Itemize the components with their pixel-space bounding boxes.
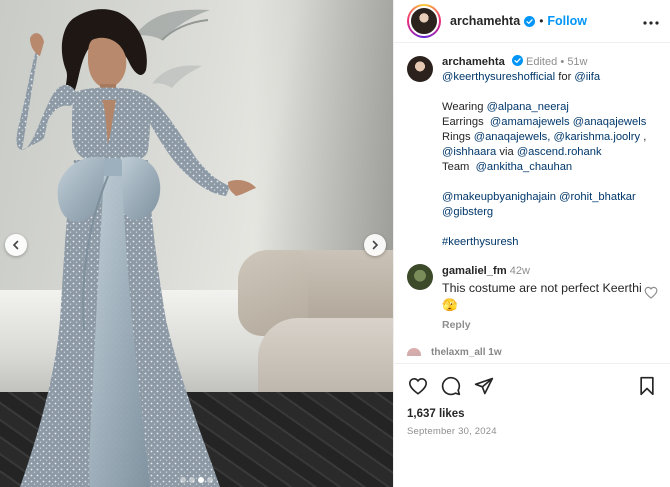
comment-body: gamaliel_fm 42w This costume are not per… — [442, 264, 642, 333]
share-button[interactable] — [473, 375, 495, 397]
post-photo[interactable] — [0, 0, 393, 487]
commenter-avatar[interactable] — [407, 264, 433, 290]
follow-button[interactable]: Follow — [547, 14, 587, 28]
mention-link[interactable]: @ishhaara — [442, 146, 496, 158]
mention-link[interactable]: @makeupbyanighajain — [442, 191, 556, 203]
slide-dot — [189, 477, 195, 483]
model-figure — [16, 9, 256, 487]
like-button[interactable] — [407, 375, 429, 397]
slide-indicator — [0, 477, 393, 483]
comment-icon — [441, 376, 461, 396]
mention-link[interactable]: @gibsterg — [442, 206, 493, 218]
comments-list[interactable]: archamehta Edited • 51w @keerthysureshof… — [394, 43, 670, 363]
post-actions: 1,637 likes September 30, 2024 — [394, 363, 670, 437]
slide-dot-active — [198, 477, 204, 483]
caption-edited: Edited — [526, 56, 558, 68]
comment-age[interactable]: 42w — [510, 265, 530, 277]
more-options-button[interactable] — [643, 12, 659, 30]
caption-text: Earrings — [442, 116, 484, 128]
slide-dot — [180, 477, 186, 483]
mention-link[interactable]: @anaqajewels, — [474, 131, 551, 143]
mention-link[interactable]: @keerthysureshofficial — [442, 71, 555, 83]
header-separator: • — [539, 14, 544, 28]
caption-text: via — [499, 146, 514, 158]
verified-badge-icon — [524, 15, 536, 27]
mention-link[interactable]: @amamajewels — [490, 116, 570, 128]
bookmark-icon — [640, 376, 654, 396]
caption-text: for — [558, 71, 572, 83]
hashtag-link[interactable]: #keerthysuresh — [442, 236, 519, 248]
chevron-left-icon — [12, 240, 19, 250]
caption-text: Rings — [442, 131, 471, 143]
caption-text: Wearing — [442, 101, 484, 113]
commenter-avatar[interactable] — [407, 348, 421, 356]
mention-link[interactable]: @ascend.rohank — [517, 146, 602, 158]
comment-like-icon[interactable] — [644, 286, 658, 299]
commenter-username[interactable]: gamaliel_fm — [442, 265, 507, 277]
reply-button[interactable]: Reply — [442, 318, 642, 333]
previous-slide-button[interactable] — [5, 234, 27, 256]
action-icons — [407, 374, 658, 398]
likes-count[interactable]: 1,637 likes — [407, 408, 658, 420]
mention-link[interactable]: @anaqajewels — [573, 116, 647, 128]
heart-icon — [408, 377, 428, 395]
verified-badge-icon — [511, 55, 523, 66]
slide-dot — [207, 477, 213, 483]
commenter-username[interactable]: thelaxm_all 1w — [431, 347, 502, 358]
caption: archamehta Edited • 51w @keerthysureshof… — [407, 55, 658, 250]
caption-text: Team — [442, 161, 470, 173]
mention-link[interactable]: @iifa — [574, 71, 600, 83]
share-icon — [474, 377, 494, 395]
mention-link[interactable]: @karishma.joolry — [554, 131, 641, 143]
comment-button[interactable] — [440, 375, 462, 397]
comment-item-partial: thelaxm_all 1w — [407, 345, 658, 359]
mention-link[interactable]: @ankitha_chauhan — [476, 161, 573, 173]
caption-avatar[interactable] — [407, 56, 433, 82]
caption-age[interactable]: 51w — [567, 56, 587, 68]
post-header: archamehta • Follow — [394, 0, 670, 43]
next-slide-button[interactable] — [364, 234, 386, 256]
caption-text: , — [643, 131, 647, 143]
author-avatar[interactable] — [407, 4, 441, 38]
caption-body: archamehta Edited • 51w @keerthysureshof… — [442, 55, 658, 250]
post-date: September 30, 2024 — [407, 426, 497, 437]
comment-item: gamaliel_fm 42w This costume are not per… — [407, 264, 658, 333]
post-side-panel: archamehta • Follow archamehta Edited • … — [393, 0, 670, 487]
save-button[interactable] — [636, 375, 658, 397]
caption-username[interactable]: archamehta — [442, 56, 505, 68]
caption-dot: • — [560, 56, 565, 68]
mention-link[interactable]: @rohit_bhatkar — [559, 191, 636, 203]
chevron-right-icon — [372, 240, 379, 250]
comment-text: This costume are not perfect Keerthi 🫣 — [442, 281, 642, 312]
author-username[interactable]: archamehta — [450, 14, 520, 28]
mention-link[interactable]: @alpana_neeraj — [487, 101, 569, 113]
more-icon — [643, 21, 659, 25]
